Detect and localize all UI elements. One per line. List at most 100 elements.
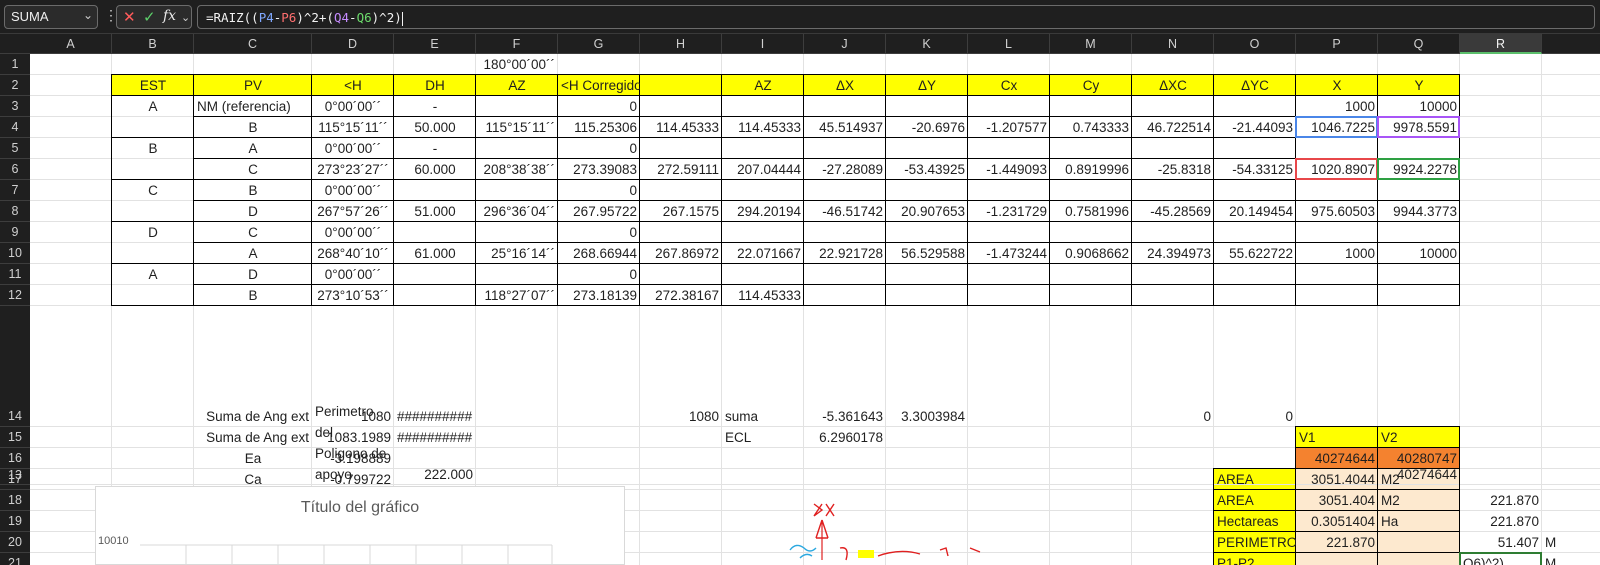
cell-d6[interactable]: 273°23´27´´: [312, 159, 394, 180]
cell-p15[interactable]: V1: [1296, 427, 1378, 448]
cell-h8[interactable]: 267.1575: [640, 201, 722, 222]
cell-p2[interactable]: X: [1296, 75, 1378, 96]
cell-p20[interactable]: 221.870: [1296, 532, 1378, 553]
cell-f8[interactable]: 296°36´04´´: [476, 201, 558, 222]
row-header-7[interactable]: 7: [0, 180, 30, 201]
chevron-down-icon[interactable]: ⌄: [83, 8, 93, 22]
sketch-image[interactable]: [770, 490, 1010, 565]
cell-o17[interactable]: AREA: [1214, 469, 1296, 490]
cell-m6[interactable]: 0.8919996: [1050, 159, 1132, 180]
cell-d4[interactable]: 115°15´11´´: [312, 117, 394, 138]
cell-q19[interactable]: Ha: [1378, 511, 1460, 532]
cell-b9[interactable]: D: [112, 222, 194, 243]
cell-q10[interactable]: 10000: [1378, 243, 1460, 264]
cell-b11[interactable]: A: [112, 264, 194, 285]
cell-o20[interactable]: PERIMETRO: [1214, 532, 1296, 553]
cell-p19[interactable]: 0.3051404: [1296, 511, 1378, 532]
cell-h4[interactable]: 114.45333: [640, 117, 722, 138]
cell-i2[interactable]: AZ: [722, 75, 804, 96]
cell-b5[interactable]: B: [112, 138, 194, 159]
cell-k10[interactable]: 56.529588: [886, 243, 968, 264]
cell-q15[interactable]: V2: [1378, 427, 1460, 448]
cell-j10[interactable]: 22.921728: [804, 243, 886, 264]
cell-e3[interactable]: -: [394, 96, 476, 117]
cell-c2[interactable]: PV: [194, 75, 312, 96]
cell-k8[interactable]: 20.907653: [886, 201, 968, 222]
cell-d2[interactable]: <H: [312, 75, 394, 96]
cell-j8[interactable]: -46.51742: [804, 201, 886, 222]
cell-e6[interactable]: 60.000: [394, 159, 476, 180]
cell-q3[interactable]: 10000: [1378, 96, 1460, 117]
insert-function-icon[interactable]: fx: [163, 8, 176, 24]
cell-o18[interactable]: AREA: [1214, 490, 1296, 511]
row-header-8[interactable]: 8: [0, 201, 30, 222]
cell-i15[interactable]: ECL: [722, 427, 804, 448]
cell-n10[interactable]: 24.394973: [1132, 243, 1214, 264]
cell-k2[interactable]: ΔY: [886, 75, 968, 96]
name-box[interactable]: SUMA ⌄: [4, 5, 98, 29]
cell-i10[interactable]: 22.071667: [722, 243, 804, 264]
cell-g2[interactable]: <H Corregido: [558, 75, 640, 96]
column-header-f[interactable]: F: [476, 34, 558, 54]
cell-b2[interactable]: EST: [112, 75, 194, 96]
cell-f2[interactable]: AZ: [476, 75, 558, 96]
cell-r21[interactable]: Q6)^2): [1460, 553, 1542, 565]
cell-e2[interactable]: DH: [394, 75, 476, 96]
cell-n6[interactable]: -25.8318: [1132, 159, 1214, 180]
cell-j15[interactable]: 6.2960178: [804, 427, 886, 448]
cell-g9[interactable]: 0: [558, 222, 640, 243]
column-header-r[interactable]: R: [1460, 34, 1542, 54]
cell-b7[interactable]: C: [112, 180, 194, 201]
column-header-o[interactable]: O: [1214, 34, 1296, 54]
cell-d13[interactable]: Perimetro del Poligono de apoyo: [315, 401, 397, 485]
cell-m2[interactable]: Cy: [1050, 75, 1132, 96]
row-header-4[interactable]: 4: [0, 117, 30, 138]
cell-d3[interactable]: 0°00´00´´: [312, 96, 394, 117]
cell-o6[interactable]: -54.33125: [1214, 159, 1296, 180]
row-header-10[interactable]: 10: [0, 243, 30, 264]
cell-d7[interactable]: 0°00´00´´: [312, 180, 394, 201]
cell-p10[interactable]: 1000: [1296, 243, 1378, 264]
cancel-icon[interactable]: ✕: [123, 8, 136, 26]
chevron-down-icon[interactable]: ⌄: [181, 11, 190, 24]
cell-b3[interactable]: A: [112, 96, 194, 117]
row-header-16[interactable]: 16: [0, 448, 30, 469]
cell-c16[interactable]: Ea: [194, 448, 312, 469]
cell-p4[interactable]: 1046.7225: [1296, 117, 1378, 138]
row-header-11[interactable]: 11: [0, 264, 30, 285]
column-header-h[interactable]: H: [640, 34, 722, 54]
column-header-d[interactable]: D: [312, 34, 394, 54]
cell-i6[interactable]: 207.04444: [722, 159, 804, 180]
row-header-2[interactable]: 2: [0, 75, 30, 96]
cell-c15[interactable]: Suma de Ang ext: [194, 427, 312, 448]
cell-q17[interactable]: M2: [1378, 469, 1460, 490]
cell-d11[interactable]: 0°00´00´´: [312, 264, 394, 285]
cell-m10[interactable]: 0.9068662: [1050, 243, 1132, 264]
column-header-c[interactable]: C: [194, 34, 312, 54]
row-header-19[interactable]: 19: [0, 511, 30, 532]
cell-o8[interactable]: 20.149454: [1214, 201, 1296, 222]
cell-k6[interactable]: -53.43925: [886, 159, 968, 180]
cell-r19[interactable]: 221.870: [1460, 511, 1542, 532]
row-header-20[interactable]: 20: [0, 532, 30, 553]
cell-h6[interactable]: 272.59111: [640, 159, 722, 180]
cell-d10[interactable]: 268°40´10´´: [312, 243, 394, 264]
cell-p17[interactable]: 3051.4044: [1296, 469, 1378, 490]
row-header-12[interactable]: 12: [0, 285, 30, 306]
cell-i4[interactable]: 114.45333: [722, 117, 804, 138]
row-header-6[interactable]: 6: [0, 159, 30, 180]
row-header-18[interactable]: 18: [0, 490, 30, 511]
cell-g7[interactable]: 0: [558, 180, 640, 201]
cell-c3[interactable]: NM (referencia): [194, 96, 312, 117]
cell-c6[interactable]: C: [194, 159, 312, 180]
cell-l6[interactable]: -1.449093: [968, 159, 1050, 180]
cell-i8[interactable]: 294.20194: [722, 201, 804, 222]
cell-d12[interactable]: 273°10´53´´: [312, 285, 394, 306]
cell-f12[interactable]: 118°27´07´´: [476, 285, 558, 306]
cell-g6[interactable]: 273.39083: [558, 159, 640, 180]
cell-c11[interactable]: D: [194, 264, 312, 285]
cell-m8[interactable]: 0.7581996: [1050, 201, 1132, 222]
cell-h12[interactable]: 272.38167: [640, 285, 722, 306]
cell-g10[interactable]: 268.66944: [558, 243, 640, 264]
row-header-14[interactable]: 14: [0, 406, 30, 427]
